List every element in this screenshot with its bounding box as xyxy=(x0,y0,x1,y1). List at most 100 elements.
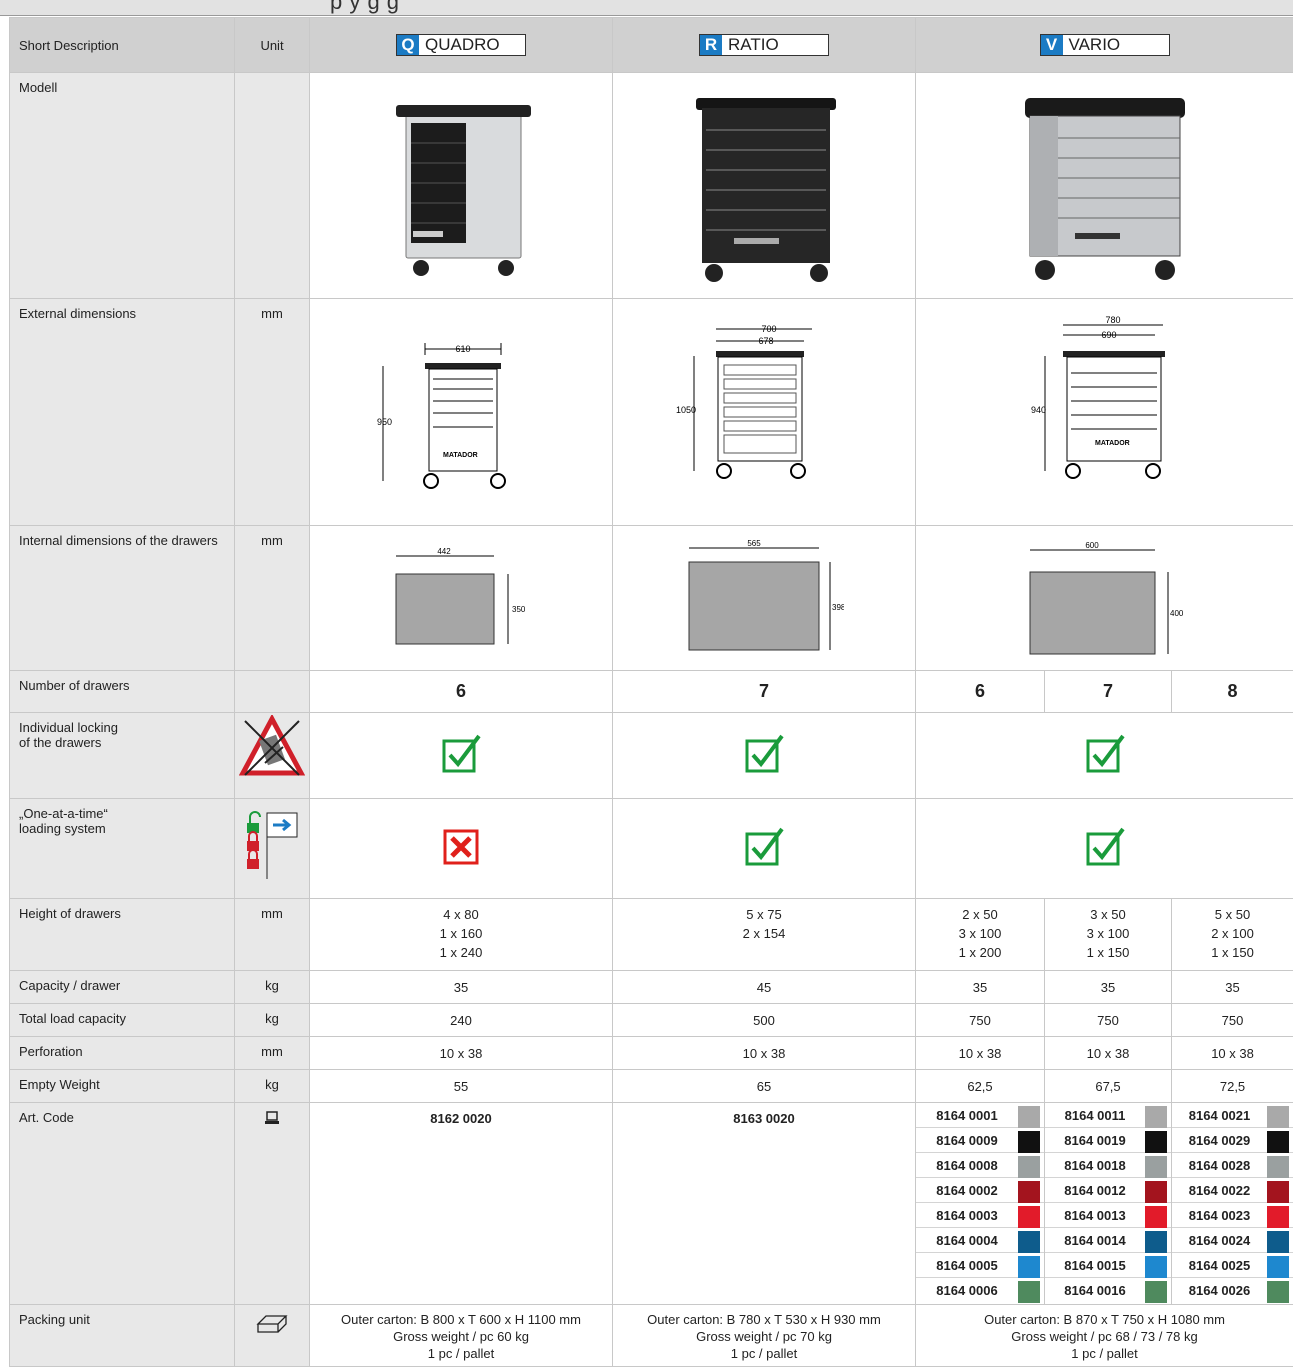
artcode-item: 8164 0026 xyxy=(1172,1278,1293,1303)
artcode-number: 8164 0028 xyxy=(1188,1157,1251,1173)
color-swatch xyxy=(1267,1252,1290,1278)
svg-text:610: 610 xyxy=(455,344,470,354)
artcode-number: 8164 0015 xyxy=(1064,1257,1126,1273)
locking-icon-cell xyxy=(234,712,310,799)
internal-ratio: 565 398 xyxy=(612,525,916,671)
row-one-at-a-time: „One-at-a-time“ loading system xyxy=(9,798,1293,899)
brand-badge-vario: V VARIO xyxy=(1039,34,1170,56)
label-modell: Modell xyxy=(9,72,235,299)
artcode-number: 8164 0021 xyxy=(1188,1107,1251,1123)
header-short-description: Short Description xyxy=(9,17,235,73)
height-ratio: 5 x 75 2 x 154 xyxy=(612,898,916,971)
artcode-item: 8164 0001 xyxy=(916,1102,1044,1128)
artcode-number: 8164 0002 xyxy=(936,1182,998,1198)
packing-icon-cell xyxy=(234,1304,310,1367)
artcode-item: 8164 0014 xyxy=(1045,1227,1171,1253)
color-swatch xyxy=(1018,1152,1040,1178)
height-vario-1: 2 x 50 3 x 100 1 x 200 xyxy=(915,898,1045,971)
drawers-vario-3: 8 xyxy=(1170,670,1293,713)
drawers-vario-2: 7 xyxy=(1044,670,1172,713)
row-perforation: Perforation mm 10 x 38 10 x 38 10 x 38 1… xyxy=(9,1036,1293,1070)
perforation-value: 10 x 38 xyxy=(915,1036,1045,1070)
label-locking: Individual locking of the drawers xyxy=(9,712,235,799)
color-swatch xyxy=(1018,1252,1040,1278)
row-capacity: Capacity / drawer kg 35 45 35 35 35 xyxy=(9,970,1293,1004)
external-drawing-ratio: 700 678 1050 xyxy=(676,324,812,479)
packing-ratio: Outer carton: B 780 x T 530 x H 930 mm Gr… xyxy=(612,1304,916,1367)
label-height: Height of drawers xyxy=(9,898,235,971)
capacity-value: 35 xyxy=(1044,970,1172,1004)
check-icon xyxy=(442,734,481,773)
total-value: 500 xyxy=(612,1003,916,1037)
total-value: 750 xyxy=(915,1003,1045,1037)
artcode-number: 8164 0008 xyxy=(936,1157,998,1173)
label-drawers: Number of drawers xyxy=(9,670,235,713)
artcode-list: 8164 0021 8164 0029 8164 0028 8164 0022 8164… xyxy=(1172,1102,1293,1303)
label-weight: Empty Weight xyxy=(9,1069,235,1103)
color-swatch xyxy=(1018,1227,1040,1253)
artcode-quadro: 8162 0020 xyxy=(309,1102,613,1305)
artcode-item: 8164 0004 xyxy=(916,1227,1044,1253)
unit-height: mm xyxy=(234,898,310,971)
capacity-value: 45 xyxy=(612,970,916,1004)
artcode-number: 8164 0006 xyxy=(936,1283,998,1298)
artcode-number: 8164 0022 xyxy=(1188,1182,1251,1198)
row-number-of-drawers: Number of drawers 6 7 6 7 8 xyxy=(9,670,1293,713)
brand-name: QUADRO xyxy=(425,35,500,54)
weight-value: 67,5 xyxy=(1044,1069,1172,1103)
drawer-drawing-ratio: 565 398 xyxy=(688,539,846,651)
row-external-dimensions: External dimensions mm 610 950 MATADOR 7… xyxy=(9,298,1293,526)
artcode-item: 8164 0025 xyxy=(1172,1252,1293,1278)
artcode-number: 8164 0005 xyxy=(936,1257,998,1273)
perforation-value: 10 x 38 xyxy=(612,1036,916,1070)
artcode-number: 8164 0012 xyxy=(1064,1182,1126,1198)
image-quadro xyxy=(309,72,613,299)
label-external: External dimensions xyxy=(9,298,235,526)
svg-text:400: 400 xyxy=(1170,609,1184,618)
artcode-item: 8164 0012 xyxy=(1045,1177,1171,1203)
weight-value: 62,5 xyxy=(915,1069,1045,1103)
artcode-vario-3: 8164 0021 8164 0029 8164 0028 8164 0022 8164… xyxy=(1170,1102,1293,1305)
brand-name: VARIO xyxy=(1068,35,1121,54)
artcode-item: 8164 0009 xyxy=(916,1127,1044,1153)
carton-box-icon xyxy=(256,1315,288,1333)
artcode-item: 8164 0029 xyxy=(1172,1127,1293,1153)
oneatatime-quadro xyxy=(309,798,613,899)
artcode-item: 8164 0005 xyxy=(916,1252,1044,1278)
artcode-number: 8164 0025 xyxy=(1188,1257,1251,1273)
artcode-vario-2: 8164 0011 8164 0019 8164 0018 8164 0012 8164… xyxy=(1044,1102,1172,1305)
svg-text:940: 940 xyxy=(1031,405,1046,415)
unit-perforation: mm xyxy=(234,1036,310,1070)
artcode-item: 8164 0021 xyxy=(1172,1102,1293,1128)
artcode-list: 8164 0011 8164 0019 8164 0018 8164 0012 8164… xyxy=(1045,1102,1171,1303)
perforation-value: 10 x 38 xyxy=(1044,1036,1172,1070)
color-swatch xyxy=(1267,1177,1290,1203)
oneatatime-ratio xyxy=(612,798,916,899)
packing-quadro: Outer carton: B 800 x T 600 x H 1100 mm G… xyxy=(309,1304,613,1367)
check-icon xyxy=(1086,827,1125,866)
comparison-table: Short Description Unit Q QUADRO R RATIO VV… xyxy=(9,17,1293,1367)
svg-text:MATADOR: MATADOR xyxy=(443,452,478,459)
artcode-item: 8164 0002 xyxy=(916,1177,1044,1203)
color-swatch xyxy=(1267,1278,1290,1303)
color-swatch xyxy=(1145,1252,1167,1278)
color-swatch xyxy=(1145,1177,1167,1203)
color-swatch xyxy=(1267,1152,1290,1178)
row-internal-dimensions: Internal dimensions of the drawers mm 44… xyxy=(9,525,1293,671)
image-ratio xyxy=(612,72,916,299)
artcode-item: 8164 0028 xyxy=(1172,1152,1293,1178)
row-individual-locking: Individual locking of the drawers xyxy=(9,712,1293,799)
artcode-number: 8164 0014 xyxy=(1064,1232,1126,1248)
color-swatch xyxy=(1145,1227,1167,1253)
unit-weight: kg xyxy=(234,1069,310,1103)
svg-text:MATADOR: MATADOR xyxy=(1095,440,1130,447)
svg-text:442: 442 xyxy=(437,547,451,556)
row-height-of-drawers: Height of drawers mm 4 x 80 1 x 160 1 x 24… xyxy=(9,898,1293,971)
artcode-item: 8164 0013 xyxy=(1045,1202,1171,1228)
brand-letter: V xyxy=(1040,35,1063,55)
artcode-ratio: 8163 0020 xyxy=(612,1102,916,1305)
ratio-cart-image xyxy=(696,98,836,282)
weight-value: 65 xyxy=(612,1069,916,1103)
label-packing: Packing unit xyxy=(9,1304,235,1367)
cross-icon xyxy=(443,829,479,865)
